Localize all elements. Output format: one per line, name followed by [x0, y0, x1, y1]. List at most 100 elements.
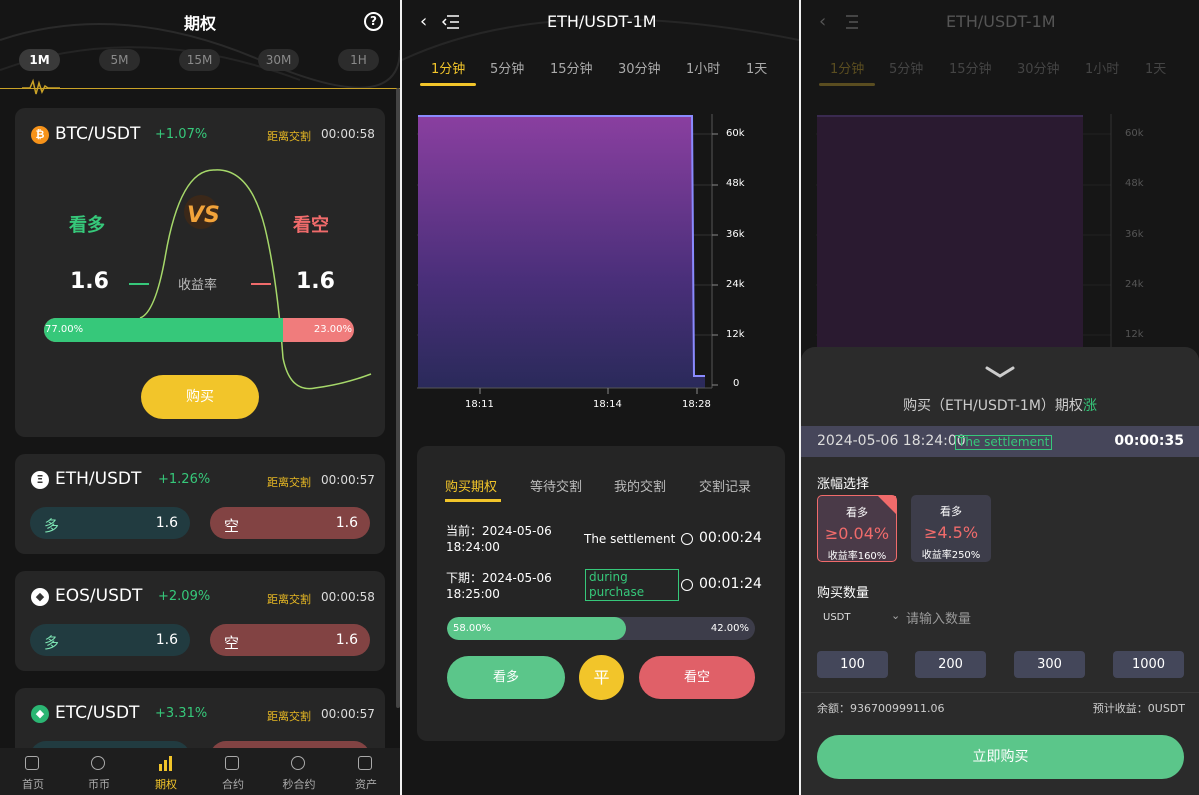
nav-label: 资产: [355, 778, 377, 791]
short-rate: 1.6: [296, 269, 335, 294]
page-title: 期权: [183, 14, 216, 33]
tab-30min[interactable]: 30分钟: [618, 58, 661, 77]
short-rate: 1.6: [335, 632, 358, 648]
menu-icon[interactable]: [442, 14, 460, 30]
quantity-input[interactable]: [906, 608, 1176, 630]
vs-icon: VS: [184, 195, 220, 229]
long-button[interactable]: 多 1.6: [30, 507, 190, 539]
nav-spot[interactable]: 币币: [66, 748, 132, 795]
nav-second-contract[interactable]: 秒合约: [266, 748, 332, 795]
dimmed-background[interactable]: ‹ ETH/USDT-1M 1分钟 5分钟 15分钟 30分钟 1小时 1天 6…: [801, 0, 1199, 350]
y-tick: 36k: [726, 229, 745, 240]
short-button[interactable]: 看空: [639, 656, 755, 699]
tab-1min: 1分钟: [830, 62, 865, 77]
tab-awaiting-delivery[interactable]: 等待交割: [530, 476, 582, 495]
y-tick: 12k: [726, 329, 745, 340]
tab-5m[interactable]: 5M: [99, 49, 140, 71]
short-label: 看空: [293, 215, 329, 236]
y-tick: 48k: [1125, 178, 1144, 189]
sheet-title: 购买（ETH/USDT-1M）期权涨: [801, 395, 1199, 415]
help-icon[interactable]: ?: [364, 12, 383, 31]
tab-1d[interactable]: 1天: [746, 58, 767, 77]
ratio-bar: 58.00% 42.00%: [447, 617, 755, 640]
y-tick: 36k: [1125, 229, 1144, 240]
tab-buy-options[interactable]: 购买期权: [445, 476, 497, 495]
range-option-2[interactable]: 看多 ≥4.5% 收益率250%: [911, 495, 991, 562]
nav-contract[interactable]: 合约: [200, 748, 266, 795]
long-button[interactable]: 看多: [447, 656, 565, 699]
buy-button[interactable]: 购买: [141, 375, 259, 419]
current-countdown: 00:00:35: [1114, 433, 1184, 449]
page-title: ETH/USDT-1M: [946, 12, 1056, 31]
back-icon[interactable]: ‹: [420, 11, 427, 32]
tab-30m[interactable]: 30M: [258, 49, 299, 71]
btc-card[interactable]: ₿ BTC/USDT +1.07% 距离交割 00:00:58 VS 看多 看空…: [15, 108, 385, 437]
nav-label: 首页: [22, 778, 44, 791]
tab-15min[interactable]: 15分钟: [550, 58, 593, 77]
nav-label: 期权: [155, 778, 177, 791]
scrollbar[interactable]: [396, 88, 400, 708]
tab-my-delivery[interactable]: 我的交割: [614, 476, 666, 495]
tab-1d: 1天: [1145, 62, 1167, 77]
sheet-title-text: 购买（ETH/USDT-1M）期权: [903, 398, 1083, 414]
y-tick: 48k: [726, 178, 745, 189]
option-rate: 收益率160%: [827, 551, 887, 562]
nav-home[interactable]: 首页: [0, 748, 66, 795]
long-rate: 1.6: [155, 515, 178, 531]
trade-card: 购买期权 等待交割 我的交割 交割记录 当前：2024-05-06 18:24:…: [417, 446, 785, 741]
amount-1000-button[interactable]: 1000: [1113, 651, 1184, 678]
tab-30min: 30分钟: [1017, 62, 1060, 77]
next-period-label: 下期：2024-05-06: [446, 571, 552, 585]
tab-1h[interactable]: 1小时: [686, 58, 720, 77]
short-rate: 1.6: [335, 515, 358, 531]
current-countdown: 00:00:24: [699, 530, 762, 546]
amount-300-button[interactable]: 300: [1014, 651, 1085, 678]
settlement-badge: The settlement: [955, 435, 1053, 450]
flat-button[interactable]: 平: [579, 655, 624, 700]
x-tick: 18:11: [465, 399, 494, 410]
options-list-screen: 期权 ? 1M 5M 15M 30M 1H ₿ BTC/USDT +1.07% …: [0, 0, 400, 795]
home-icon: [25, 756, 39, 770]
tab-5min[interactable]: 5分钟: [490, 58, 524, 77]
ratio-bar: 77.00% 23.00%: [44, 318, 354, 342]
clock-icon: [681, 579, 693, 591]
x-tick: 18:28: [682, 399, 711, 410]
amount-200-button[interactable]: 200: [915, 651, 986, 678]
collapse-chevron-icon[interactable]: [985, 365, 1015, 379]
y-tick: 60k: [726, 128, 745, 139]
pair-name: EOS/USDT: [55, 586, 143, 606]
price-change: +3.31%: [155, 706, 208, 721]
tab-1min[interactable]: 1分钟: [431, 58, 465, 77]
tab-15m[interactable]: 15M: [179, 49, 220, 71]
tab-1h[interactable]: 1H: [338, 49, 379, 71]
tab-1m[interactable]: 1M: [19, 49, 60, 71]
amount-100-button[interactable]: 100: [817, 651, 888, 678]
expected-profit: 预计收益：0USDT: [1092, 702, 1185, 715]
chevron-down-icon[interactable]: ⌄: [891, 609, 900, 622]
timeframe-tabs: 1M 5M 15M 30M 1H: [0, 49, 400, 73]
eos-card[interactable]: ◆ EOS/USDT +2.09% 距离交割 00:00:58 多 1.6 空 …: [15, 571, 385, 671]
nav-label: 合约: [222, 778, 244, 791]
y-tick: 24k: [726, 279, 745, 290]
short-button[interactable]: 空 1.6: [210, 624, 370, 656]
quantity-label: 购买数量: [817, 586, 870, 601]
current-period-strip: 2024-05-06 18:24:00 The settlement 00:00…: [801, 426, 1199, 457]
long-button[interactable]: 多 1.6: [30, 624, 190, 656]
active-subtab-indicator: [445, 499, 501, 502]
buy-now-button[interactable]: 立即购买: [817, 735, 1184, 779]
nav-assets[interactable]: 资产: [333, 748, 399, 795]
back-icon: ‹: [819, 11, 827, 32]
active-tab-indicator: [819, 83, 875, 86]
y-tick: 60k: [1125, 128, 1144, 139]
currency-select[interactable]: USDT: [823, 612, 850, 623]
short-button[interactable]: 空 1.6: [210, 507, 370, 539]
range-option-1[interactable]: 看多 ≥0.04% 收益率160%: [817, 495, 897, 562]
option-rate: 收益率250%: [921, 550, 981, 561]
tab-delivery-records[interactable]: 交割记录: [699, 476, 751, 495]
short-label: 空: [224, 634, 240, 652]
nav-options[interactable]: 期权: [133, 748, 199, 795]
active-tab-indicator: [420, 83, 476, 86]
long-dash: [129, 283, 149, 285]
distance-time: 00:00:57: [321, 707, 375, 721]
eth-card[interactable]: Ξ ETH/USDT +1.26% 距离交割 00:00:57 多 1.6 空 …: [15, 454, 385, 554]
